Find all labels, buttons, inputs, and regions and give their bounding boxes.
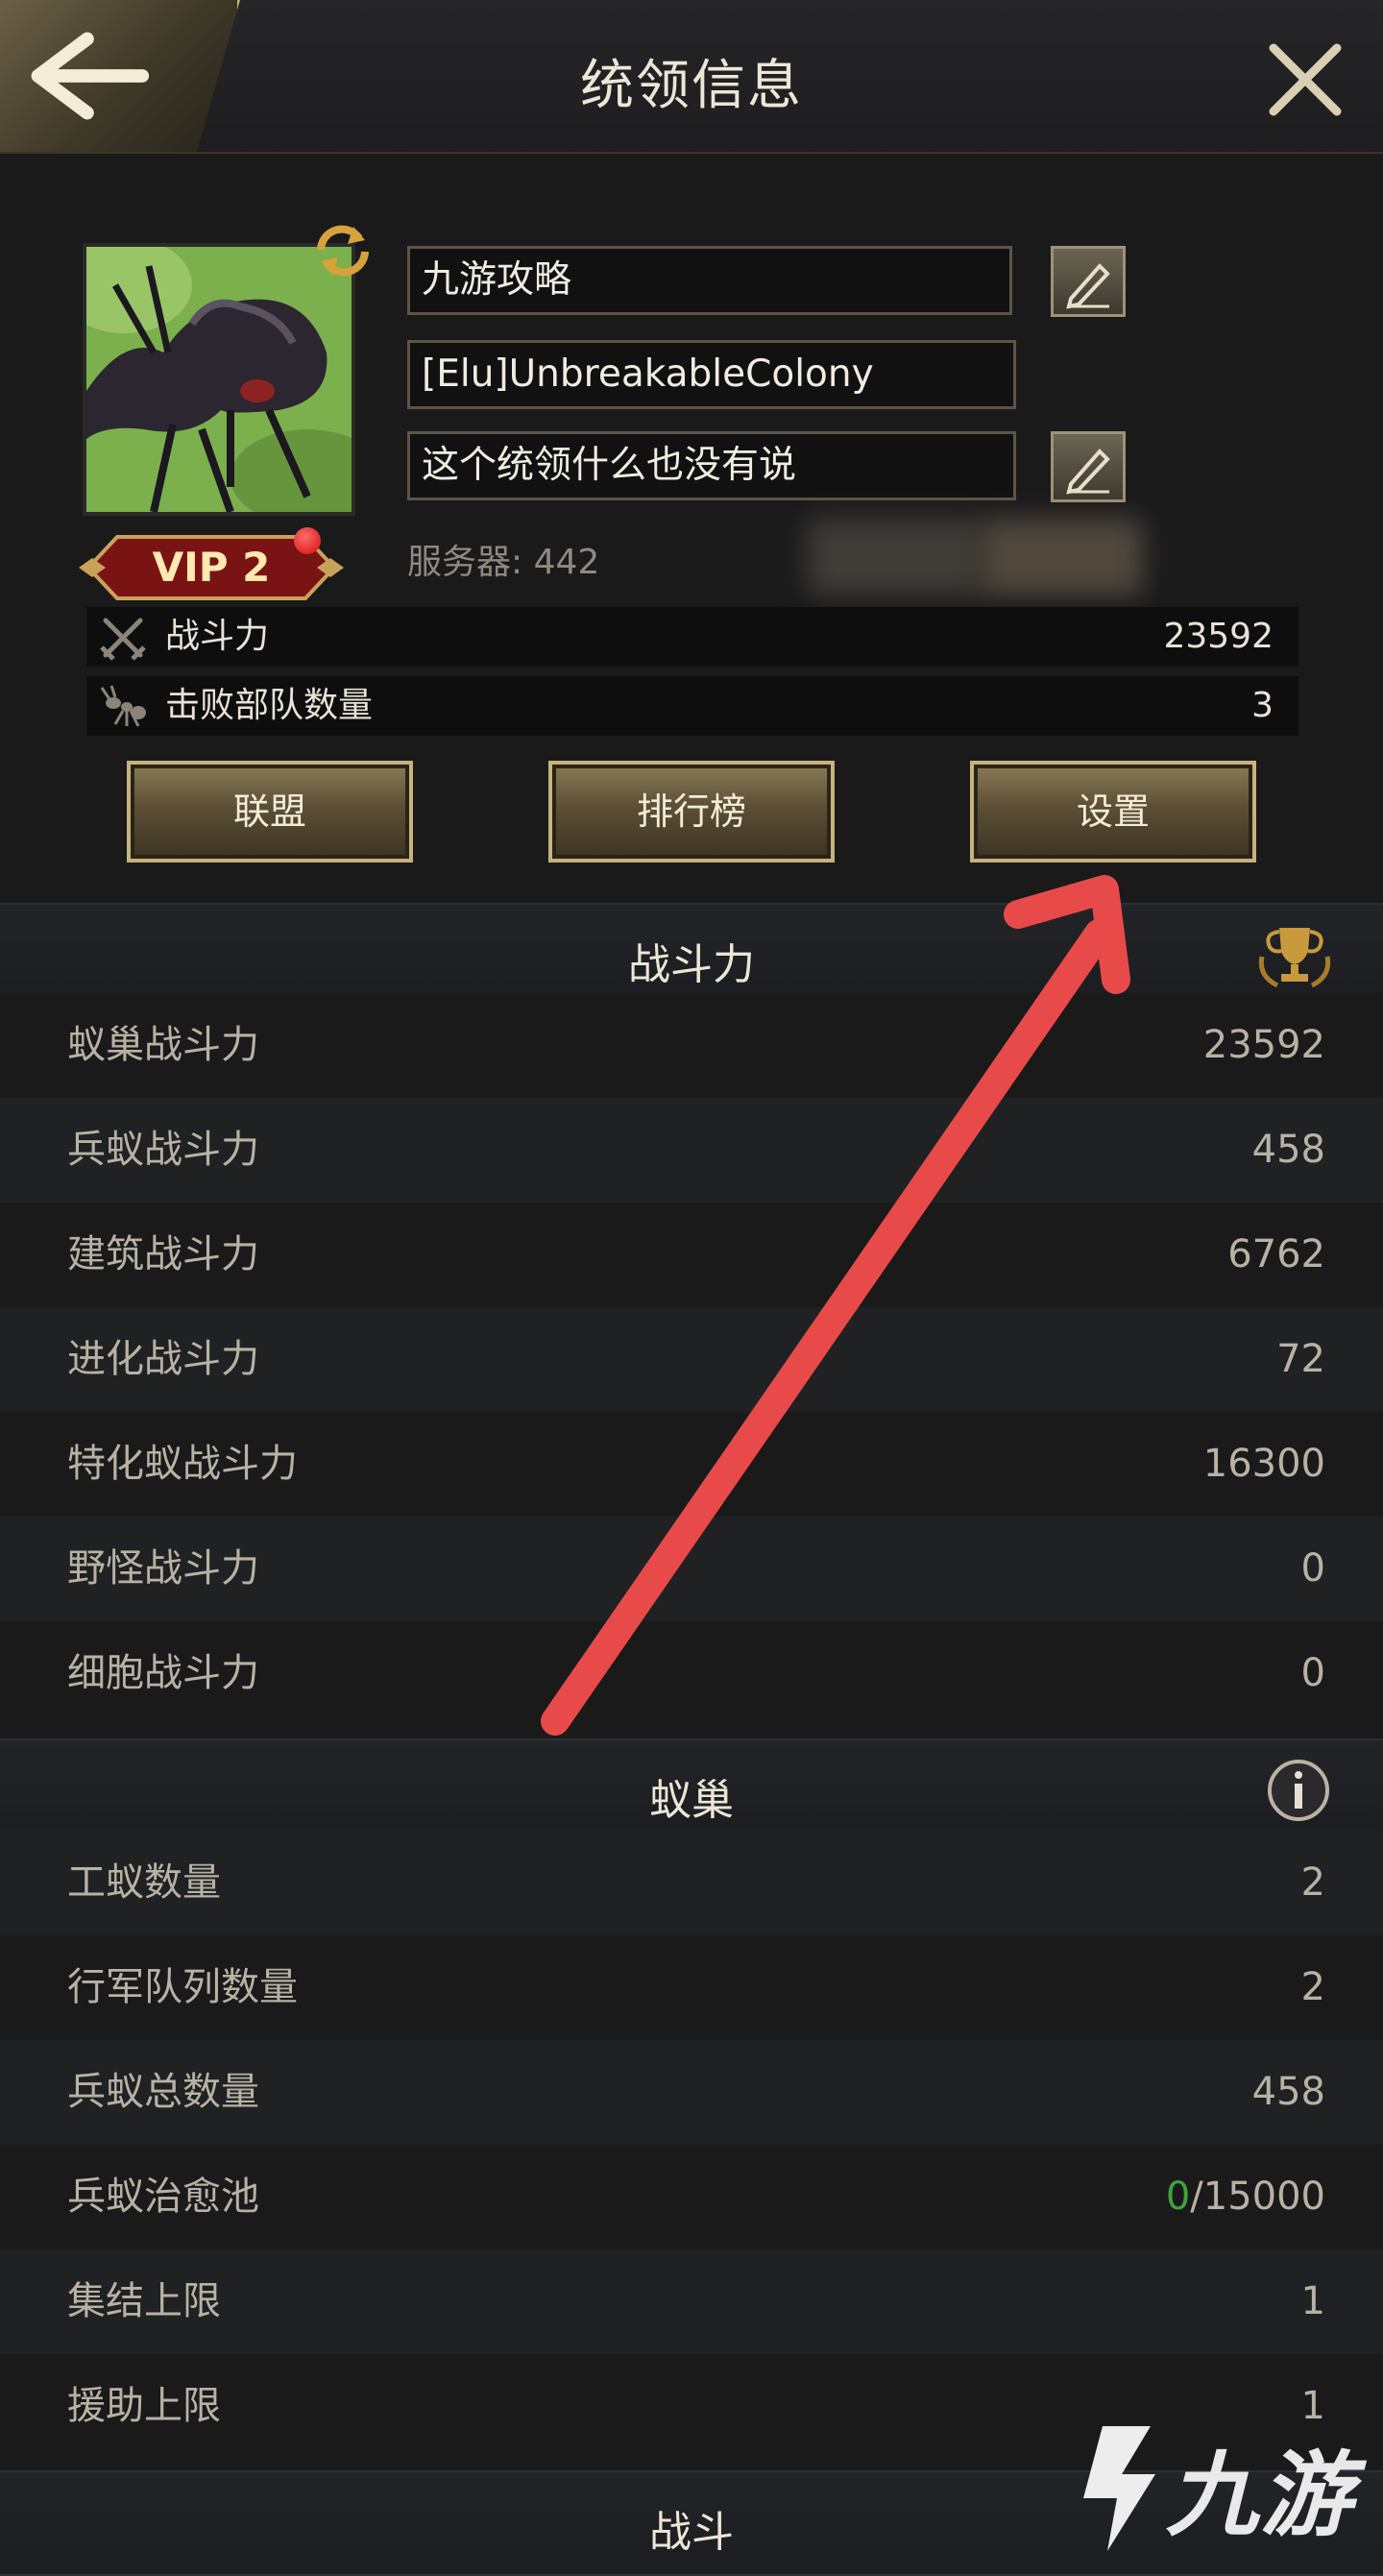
stat-label: 兵蚁治愈池: [67, 2175, 259, 2219]
stat-value: 458: [1251, 2070, 1325, 2114]
section-header-power: 战斗力: [0, 903, 1383, 1003]
edit-name-button[interactable]: [1051, 246, 1126, 317]
stat-label: 特化蚁战斗力: [67, 1442, 298, 1486]
stat-row: 蚁巢战斗力 23592: [0, 993, 1383, 1098]
stat-value: 2: [1300, 1965, 1325, 2009]
stat-value: 0: [1300, 1651, 1325, 1695]
settings-button[interactable]: 设置: [970, 761, 1256, 863]
stat-label: 细胞战斗力: [67, 1651, 259, 1695]
stat-row: 兵蚁治愈池 0/15000: [0, 2145, 1383, 2249]
pencil-icon: [1066, 449, 1110, 495]
stat-row: 兵蚁战斗力 458: [0, 1098, 1383, 1203]
close-icon[interactable]: [1264, 38, 1347, 121]
stat-label: 野怪战斗力: [67, 1546, 259, 1591]
stat-row: 进化战斗力 72: [0, 1307, 1383, 1412]
stat-row: 细胞战斗力 0: [0, 1621, 1383, 1726]
ant-avatar-image: [86, 247, 352, 512]
top-bar: 统领信息: [0, 0, 1383, 154]
stat-row: 行军队列数量 2: [0, 1935, 1383, 2040]
trophy-icon[interactable]: [1256, 918, 1333, 991]
summary-label: 击败部队数量: [165, 686, 374, 725]
power-summary-row: 战斗力 23592: [86, 607, 1298, 667]
alliance-button[interactable]: 联盟: [127, 761, 413, 863]
stat-value-current: 0: [1165, 2175, 1191, 2219]
stat-value: 458: [1251, 1128, 1325, 1172]
stat-row: 工蚁数量 2: [0, 1831, 1383, 1935]
stat-label: 兵蚁总数量: [67, 2070, 259, 2114]
info-icon[interactable]: [1256, 1754, 1333, 1827]
summary-label: 战斗力: [165, 617, 270, 656]
pencil-icon: [1066, 263, 1110, 309]
ranking-button[interactable]: 排行榜: [548, 761, 835, 863]
kills-summary-row: 击败部队数量 3: [86, 676, 1298, 736]
stat-value: 1: [1300, 2279, 1325, 2323]
summary-value: 3: [1251, 686, 1274, 725]
stat-label: 行军队列数量: [67, 1965, 298, 2009]
stat-value: 23592: [1202, 1023, 1325, 1067]
stat-row: 建筑战斗力 6762: [0, 1203, 1383, 1307]
section-header-nest: 蚁巢: [0, 1738, 1383, 1838]
server-label: 服务器: 442: [407, 543, 600, 582]
stat-label: 兵蚁战斗力: [67, 1128, 259, 1172]
avatar[interactable]: [83, 243, 355, 516]
redacted-area: [980, 519, 1143, 595]
stat-value: 2: [1300, 1860, 1325, 1905]
stat-label: 集结上限: [67, 2279, 221, 2323]
stat-value: 16300: [1202, 1442, 1325, 1486]
page-title: 统领信息: [580, 55, 803, 117]
stat-row: 兵蚁总数量 458: [0, 2040, 1383, 2145]
redacted-area: [807, 519, 980, 595]
notification-dot: [294, 527, 321, 554]
stat-value: 0/15000: [1166, 2145, 1325, 2249]
stat-label: 援助上限: [67, 2384, 221, 2428]
watermark-text: 九游: [1166, 2442, 1354, 2549]
stat-row: 集结上限 1: [0, 2249, 1383, 2354]
signature-field: 这个统领什么也没有说: [407, 431, 1016, 500]
stat-value-max: /15000: [1190, 2175, 1325, 2219]
stat-value: 72: [1276, 1337, 1325, 1381]
stat-value: 6762: [1227, 1232, 1325, 1276]
stat-label: 进化战斗力: [67, 1337, 259, 1381]
edit-signature-button[interactable]: [1051, 431, 1126, 502]
commander-name-field: 九游攻略: [407, 246, 1012, 315]
section-title: 战斗力: [628, 940, 755, 989]
summary-value: 23592: [1163, 617, 1274, 656]
crossed-swords-icon: [100, 618, 146, 661]
section-title: 蚁巢: [649, 1776, 734, 1825]
stat-value: 0: [1300, 1546, 1325, 1591]
stat-row: 特化蚁战斗力 16300: [0, 1412, 1383, 1517]
stat-label: 蚁巢战斗力: [67, 1023, 259, 1067]
stat-label: 工蚁数量: [67, 1860, 221, 1905]
alliance-tag-field: [Elu]UnbreakableColony: [407, 340, 1016, 409]
refresh-avatar-icon[interactable]: [309, 221, 376, 279]
stat-row: 野怪战斗力 0: [0, 1517, 1383, 1621]
ant-icon: [100, 685, 146, 727]
stat-label: 建筑战斗力: [67, 1232, 259, 1276]
